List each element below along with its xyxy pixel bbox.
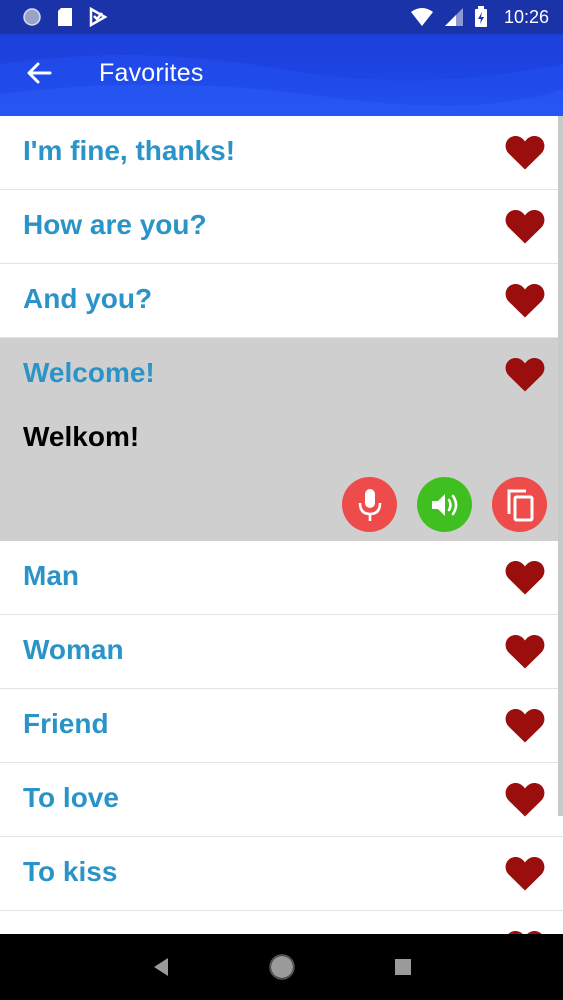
favorite-item[interactable]: I'm fine, thanks! — [0, 116, 563, 190]
favorite-item[interactable]: To love — [0, 763, 563, 837]
status-time: 10:26 — [503, 6, 549, 27]
sd-card-icon — [58, 8, 72, 26]
favorite-phrase: Welcome! — [23, 357, 155, 388]
speaker-icon — [431, 493, 457, 516]
arrow-back-icon — [27, 62, 52, 84]
phrase-actions — [342, 477, 547, 532]
signal-icon — [444, 8, 463, 26]
translation-text: Welkom! — [23, 421, 140, 452]
favorite-item[interactable]: How are you? — [0, 190, 563, 264]
heart-icon[interactable] — [504, 280, 546, 320]
status-bar: 10:26 — [0, 0, 563, 34]
microphone-icon — [358, 488, 381, 521]
status-left-icons — [22, 7, 108, 27]
heart-icon[interactable] — [504, 853, 546, 893]
copy-button[interactable] — [492, 477, 547, 532]
favorite-item[interactable]: Friend — [0, 689, 563, 763]
recents-square-icon — [394, 959, 411, 975]
favorite-phrase: Woman — [23, 634, 124, 665]
favorite-item[interactable]: And you? — [0, 264, 563, 338]
favorite-item-expanded[interactable]: Welcome! Welkom! — [0, 338, 563, 541]
copy-icon — [507, 489, 533, 521]
circle-icon — [23, 8, 41, 26]
nav-recents-button[interactable] — [383, 947, 423, 987]
heart-icon[interactable] — [504, 705, 546, 745]
favorite-phrase: Friend — [23, 708, 109, 739]
check-play-icon — [89, 7, 108, 27]
nav-back-button[interactable] — [141, 947, 181, 987]
battery-icon — [474, 6, 487, 27]
page-title: Favorites — [99, 59, 204, 87]
scrollbar[interactable] — [558, 116, 563, 816]
heart-icon[interactable] — [504, 132, 546, 172]
favorite-phrase: Man — [23, 560, 79, 591]
favorite-item-partial[interactable] — [0, 911, 563, 934]
favorite-item[interactable]: Man — [0, 541, 563, 615]
favorite-item[interactable]: To kiss — [0, 837, 563, 911]
favorite-phrase: To love — [23, 782, 119, 813]
wifi-icon — [410, 8, 433, 26]
heart-icon[interactable] — [504, 354, 546, 394]
nav-home-button[interactable] — [262, 947, 302, 987]
play-audio-button[interactable] — [417, 477, 472, 532]
system-nav-bar — [0, 934, 563, 1000]
home-circle-icon — [268, 954, 295, 980]
heart-icon[interactable] — [504, 927, 546, 934]
favorite-phrase: How are you? — [23, 209, 207, 240]
heart-icon[interactable] — [504, 557, 546, 597]
favorite-item[interactable]: Woman — [0, 615, 563, 689]
favorite-phrase: To kiss — [23, 856, 118, 887]
app-bar: Favorites — [0, 34, 563, 116]
back-button[interactable] — [22, 56, 56, 90]
heart-icon[interactable] — [504, 206, 546, 246]
heart-icon[interactable] — [504, 631, 546, 671]
app-bar-wave-decoration — [0, 55, 563, 116]
record-button[interactable] — [342, 477, 397, 532]
favorites-list: I'm fine, thanks! How are you? And you? … — [0, 116, 563, 934]
heart-icon[interactable] — [504, 779, 546, 819]
status-right-icons: 10:26 — [410, 6, 549, 28]
back-triangle-icon — [153, 958, 168, 976]
favorite-phrase: I'm fine, thanks! — [23, 135, 236, 166]
favorite-phrase: And you? — [23, 283, 153, 314]
